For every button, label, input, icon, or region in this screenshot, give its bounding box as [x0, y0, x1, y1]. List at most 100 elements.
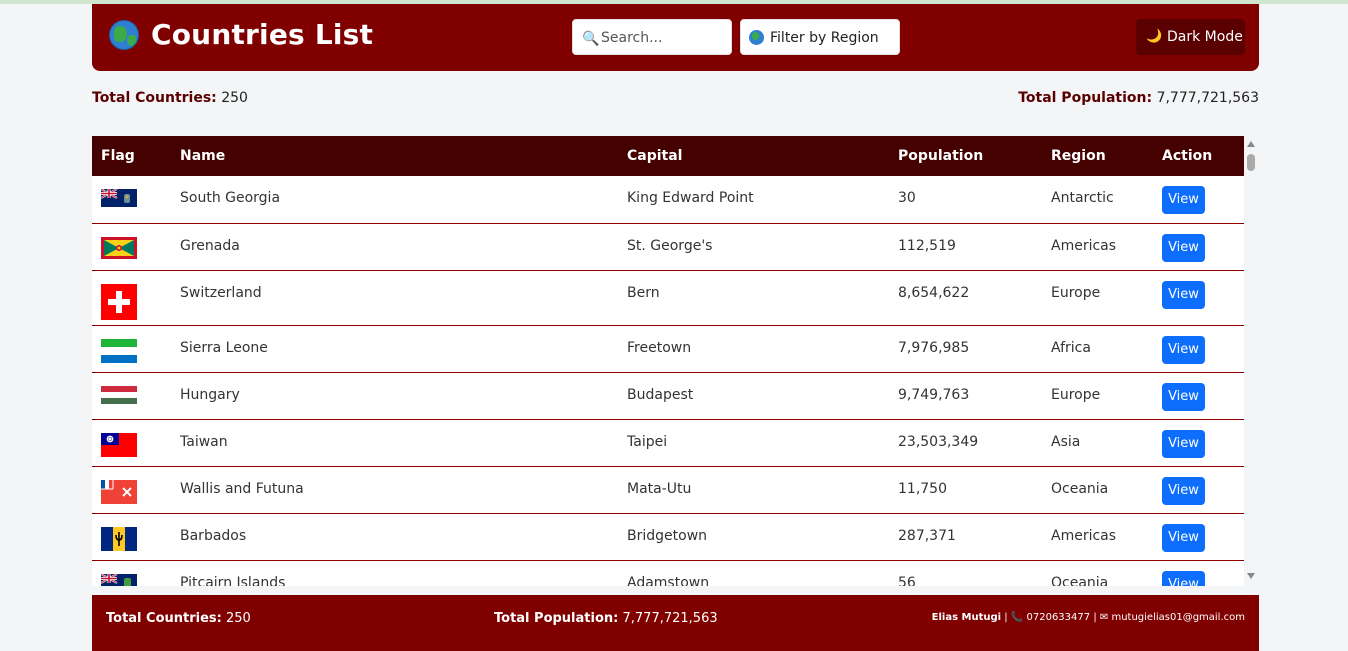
phone-icon: 📞 — [1010, 612, 1024, 623]
country-capital: Freetown — [627, 325, 898, 373]
total-countries-label: Total Countries: — [92, 90, 217, 106]
region-filter-select[interactable]: Filter by Region — [740, 19, 900, 55]
view-button[interactable]: View — [1162, 476, 1205, 505]
footer-total-countries: Total Countries: 250 — [106, 611, 251, 626]
footer-total-population-value: 7,777,721,563 — [622, 611, 718, 626]
country-region: Americas — [1051, 223, 1162, 271]
column-header-region: Region — [1051, 148, 1106, 164]
dark-mode-label: Dark Mode — [1167, 29, 1243, 45]
moon-icon: 🌙 — [1146, 29, 1163, 44]
country-region: Antarctic — [1051, 176, 1162, 224]
view-button[interactable]: View — [1162, 382, 1205, 411]
flag-wallis-and-futuna-icon — [101, 479, 137, 504]
countries-table-container[interactable]: Flag Name Capital Population Region Acti… — [92, 136, 1244, 586]
country-population: 56 — [898, 560, 1051, 586]
country-region: Asia — [1051, 419, 1162, 467]
scroll-up-arrow-icon[interactable] — [1247, 141, 1255, 147]
country-region: Oceania — [1051, 560, 1162, 586]
table-row: Grenada St. George's 112,519 Americas Vi… — [92, 223, 1244, 271]
column-header-action: Action — [1162, 148, 1213, 164]
flag-barbados-icon — [101, 526, 137, 551]
table-row: South Georgia King Edward Point 30 Antar… — [92, 176, 1244, 224]
view-button[interactable]: View — [1162, 570, 1205, 586]
country-name: Hungary — [180, 372, 627, 420]
column-header-capital: Capital — [627, 148, 683, 164]
table-row: Pitcairn Islands Adamstown 56 Oceania Vi… — [92, 560, 1244, 586]
country-name: Grenada — [180, 223, 627, 271]
country-region: Africa — [1051, 325, 1162, 373]
table-row: Hungary Budapest 9,749,763 Europe View — [92, 372, 1244, 420]
page-title: Countries List — [151, 18, 374, 51]
search-input[interactable] — [601, 28, 729, 48]
country-capital: Adamstown — [627, 560, 898, 586]
total-population-value: 7,777,721,563 — [1156, 90, 1259, 106]
country-population: 287,371 — [898, 513, 1051, 561]
footer-total-countries-label: Total Countries: — [106, 611, 222, 626]
view-button[interactable]: View — [1162, 429, 1205, 458]
total-countries-stat: Total Countries: 250 — [92, 90, 248, 106]
table-scrollbar[interactable] — [1244, 136, 1259, 586]
footer-author: Elias Mutugi — [931, 612, 1002, 623]
country-region: Americas — [1051, 513, 1162, 561]
country-name: Pitcairn Islands — [180, 560, 627, 586]
country-region: Europe — [1051, 372, 1162, 420]
view-button[interactable]: View — [1162, 233, 1205, 262]
flag-taiwan-icon — [101, 432, 137, 457]
flag-switzerland-icon — [101, 283, 137, 320]
view-button[interactable]: View — [1162, 186, 1205, 214]
search-box[interactable]: 🔍 — [572, 19, 732, 55]
footer-phone: 0720633477 — [1026, 612, 1091, 623]
view-button[interactable]: View — [1162, 523, 1205, 552]
column-header-population: Population — [898, 148, 984, 164]
country-region: Oceania — [1051, 466, 1162, 514]
table-row: Taiwan Taipei 23,503,349 Asia View — [92, 419, 1244, 467]
total-population-stat: Total Population: 7,777,721,563 — [1018, 90, 1259, 106]
total-countries-value: 250 — [221, 90, 248, 106]
country-population: 8,654,622 — [898, 270, 1051, 326]
country-capital: Bridgetown — [627, 513, 898, 561]
footer-total-countries-value: 250 — [226, 611, 251, 626]
country-capital: King Edward Point — [627, 176, 898, 224]
table-row: Barbados Bridgetown 287,371 Americas Vie… — [92, 513, 1244, 561]
flag-pitcairn-islands-icon — [101, 573, 137, 586]
country-capital: Budapest — [627, 372, 898, 420]
app-footer: Total Countries: 250 Total Population: 7… — [92, 595, 1259, 651]
table-row: Sierra Leone Freetown 7,976,985 Africa V… — [92, 325, 1244, 373]
flag-hungary-icon — [101, 385, 137, 404]
footer-total-population-label: Total Population: — [494, 611, 619, 626]
column-header-name: Name — [180, 148, 226, 164]
email-icon: ✉ — [1099, 612, 1109, 623]
countries-table: Flag Name Capital Population Region Acti… — [92, 136, 1244, 586]
footer-contact: Elias Mutugi | 📞 0720633477 | ✉ mutugiel… — [931, 612, 1245, 623]
country-name: Barbados — [180, 513, 627, 561]
country-name: South Georgia — [180, 176, 627, 224]
country-capital: St. George's — [627, 223, 898, 271]
country-region: Europe — [1051, 270, 1162, 326]
table-row: Switzerland Bern 8,654,622 Europe View — [92, 270, 1244, 326]
footer-email[interactable]: mutugielias01@gmail.com — [1111, 612, 1245, 623]
scroll-down-arrow-icon[interactable] — [1247, 573, 1255, 579]
country-name: Sierra Leone — [180, 325, 627, 373]
flag-grenada-icon — [101, 236, 137, 259]
globe-icon — [109, 20, 139, 50]
region-filter-label: Filter by Region — [770, 30, 879, 46]
view-button[interactable]: View — [1162, 335, 1205, 364]
country-population: 9,749,763 — [898, 372, 1051, 420]
country-population: 11,750 — [898, 466, 1051, 514]
country-population: 112,519 — [898, 223, 1051, 271]
view-button[interactable]: View — [1162, 280, 1205, 309]
table-row: Wallis and Futuna Mata-Utu 11,750 Oceani… — [92, 466, 1244, 514]
total-population-label: Total Population: — [1018, 90, 1153, 106]
flag-south-georgia-icon — [101, 189, 137, 207]
country-population: 30 — [898, 176, 1051, 224]
country-name: Wallis and Futuna — [180, 466, 627, 514]
country-capital: Taipei — [627, 419, 898, 467]
country-population: 23,503,349 — [898, 419, 1051, 467]
dark-mode-button[interactable]: 🌙 Dark Mode — [1136, 19, 1245, 55]
country-name: Switzerland — [180, 270, 627, 326]
footer-total-population: Total Population: 7,777,721,563 — [494, 611, 718, 626]
table-header-row: Flag Name Capital Population Region Acti… — [92, 136, 1244, 176]
scrollbar-thumb[interactable] — [1247, 154, 1255, 171]
flag-sierra-leone-icon — [101, 338, 137, 363]
column-header-flag: Flag — [101, 148, 135, 164]
